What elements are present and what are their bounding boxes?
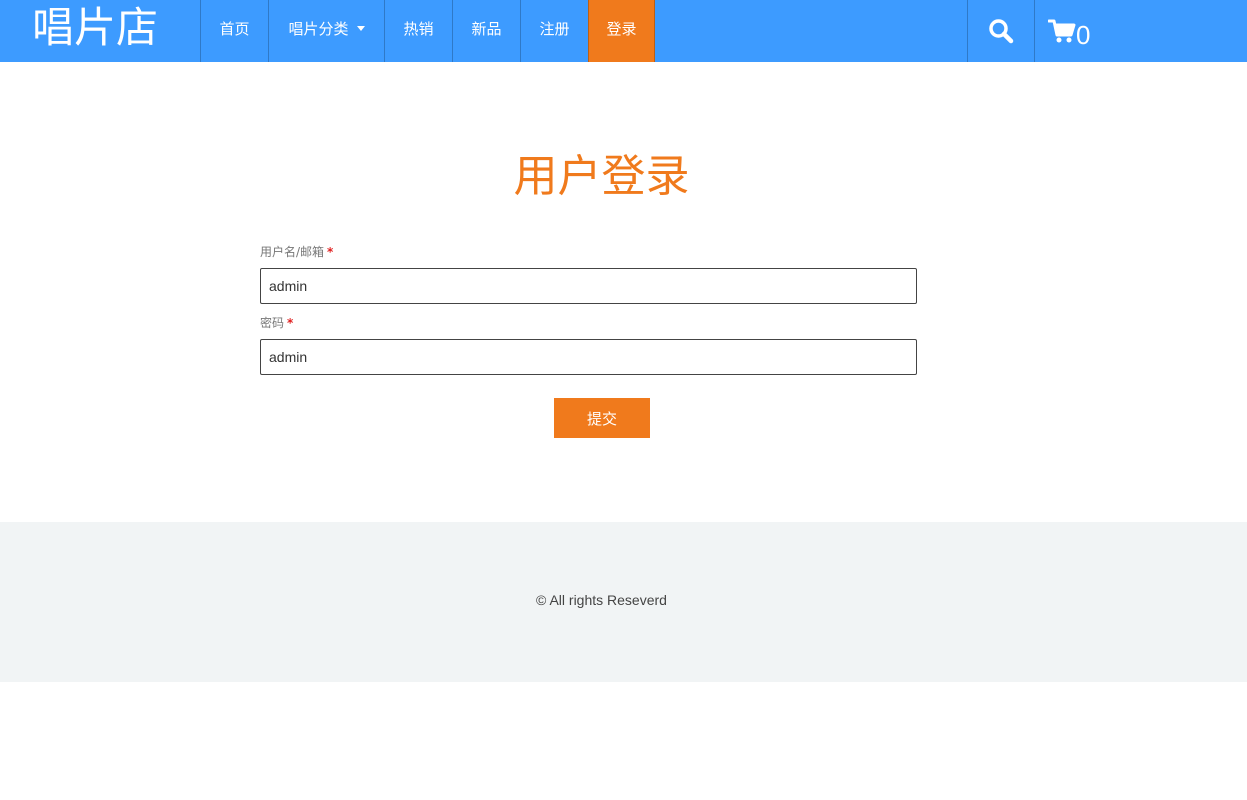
nav-item-hot[interactable]: 热销 (384, 0, 452, 62)
nav-item-categories[interactable]: 唱片分类 (268, 0, 384, 62)
nav-item-label: 热销 (403, 20, 434, 38)
login-form: 用户名/邮箱* 密码* (260, 243, 917, 375)
nav-item-label: 新品 (471, 20, 502, 38)
nav-item-new[interactable]: 新品 (452, 0, 520, 62)
copyright-text: © All rights Reseverd (536, 592, 667, 608)
top-navbar: 唱片店 首页 唱片分类 热销 新品 注册 登录 0 (0, 0, 1247, 62)
nav-item-home[interactable]: 首页 (200, 0, 268, 62)
caret-down-icon (356, 26, 365, 31)
password-label: 密码 * (260, 314, 917, 332)
cart-icon (1048, 19, 1076, 43)
username-label: 用户名/邮箱 * (260, 243, 917, 261)
nav-right: 0 (967, 0, 1100, 62)
password-label-text: 密码 (260, 316, 285, 330)
nav-item-login[interactable]: 登录 (588, 0, 655, 62)
nav-item-label: 唱片分类 (288, 20, 349, 38)
required-mark: * (287, 316, 294, 330)
password-input[interactable] (260, 339, 917, 375)
username-label-text: 用户名/邮箱 (260, 245, 325, 259)
username-input[interactable] (260, 268, 917, 304)
cart-count: 0 (1076, 19, 1091, 50)
search-button[interactable] (967, 0, 1035, 62)
brand-logo[interactable]: 唱片店 (32, 0, 158, 62)
nav-item-label: 登录 (606, 20, 637, 38)
main-nav: 首页 唱片分类 热销 新品 注册 登录 (200, 0, 655, 62)
page-title: 用户登录 (513, 151, 690, 202)
required-mark: * (327, 245, 334, 259)
nav-item-label: 注册 (539, 20, 570, 38)
footer: © All rights Reseverd (0, 522, 1247, 682)
nav-item-register[interactable]: 注册 (520, 0, 588, 62)
search-icon (989, 19, 1014, 44)
nav-item-label: 首页 (219, 20, 250, 38)
submit-button[interactable]: 提交 (554, 398, 650, 438)
cart-button[interactable]: 0 (1035, 0, 1100, 62)
